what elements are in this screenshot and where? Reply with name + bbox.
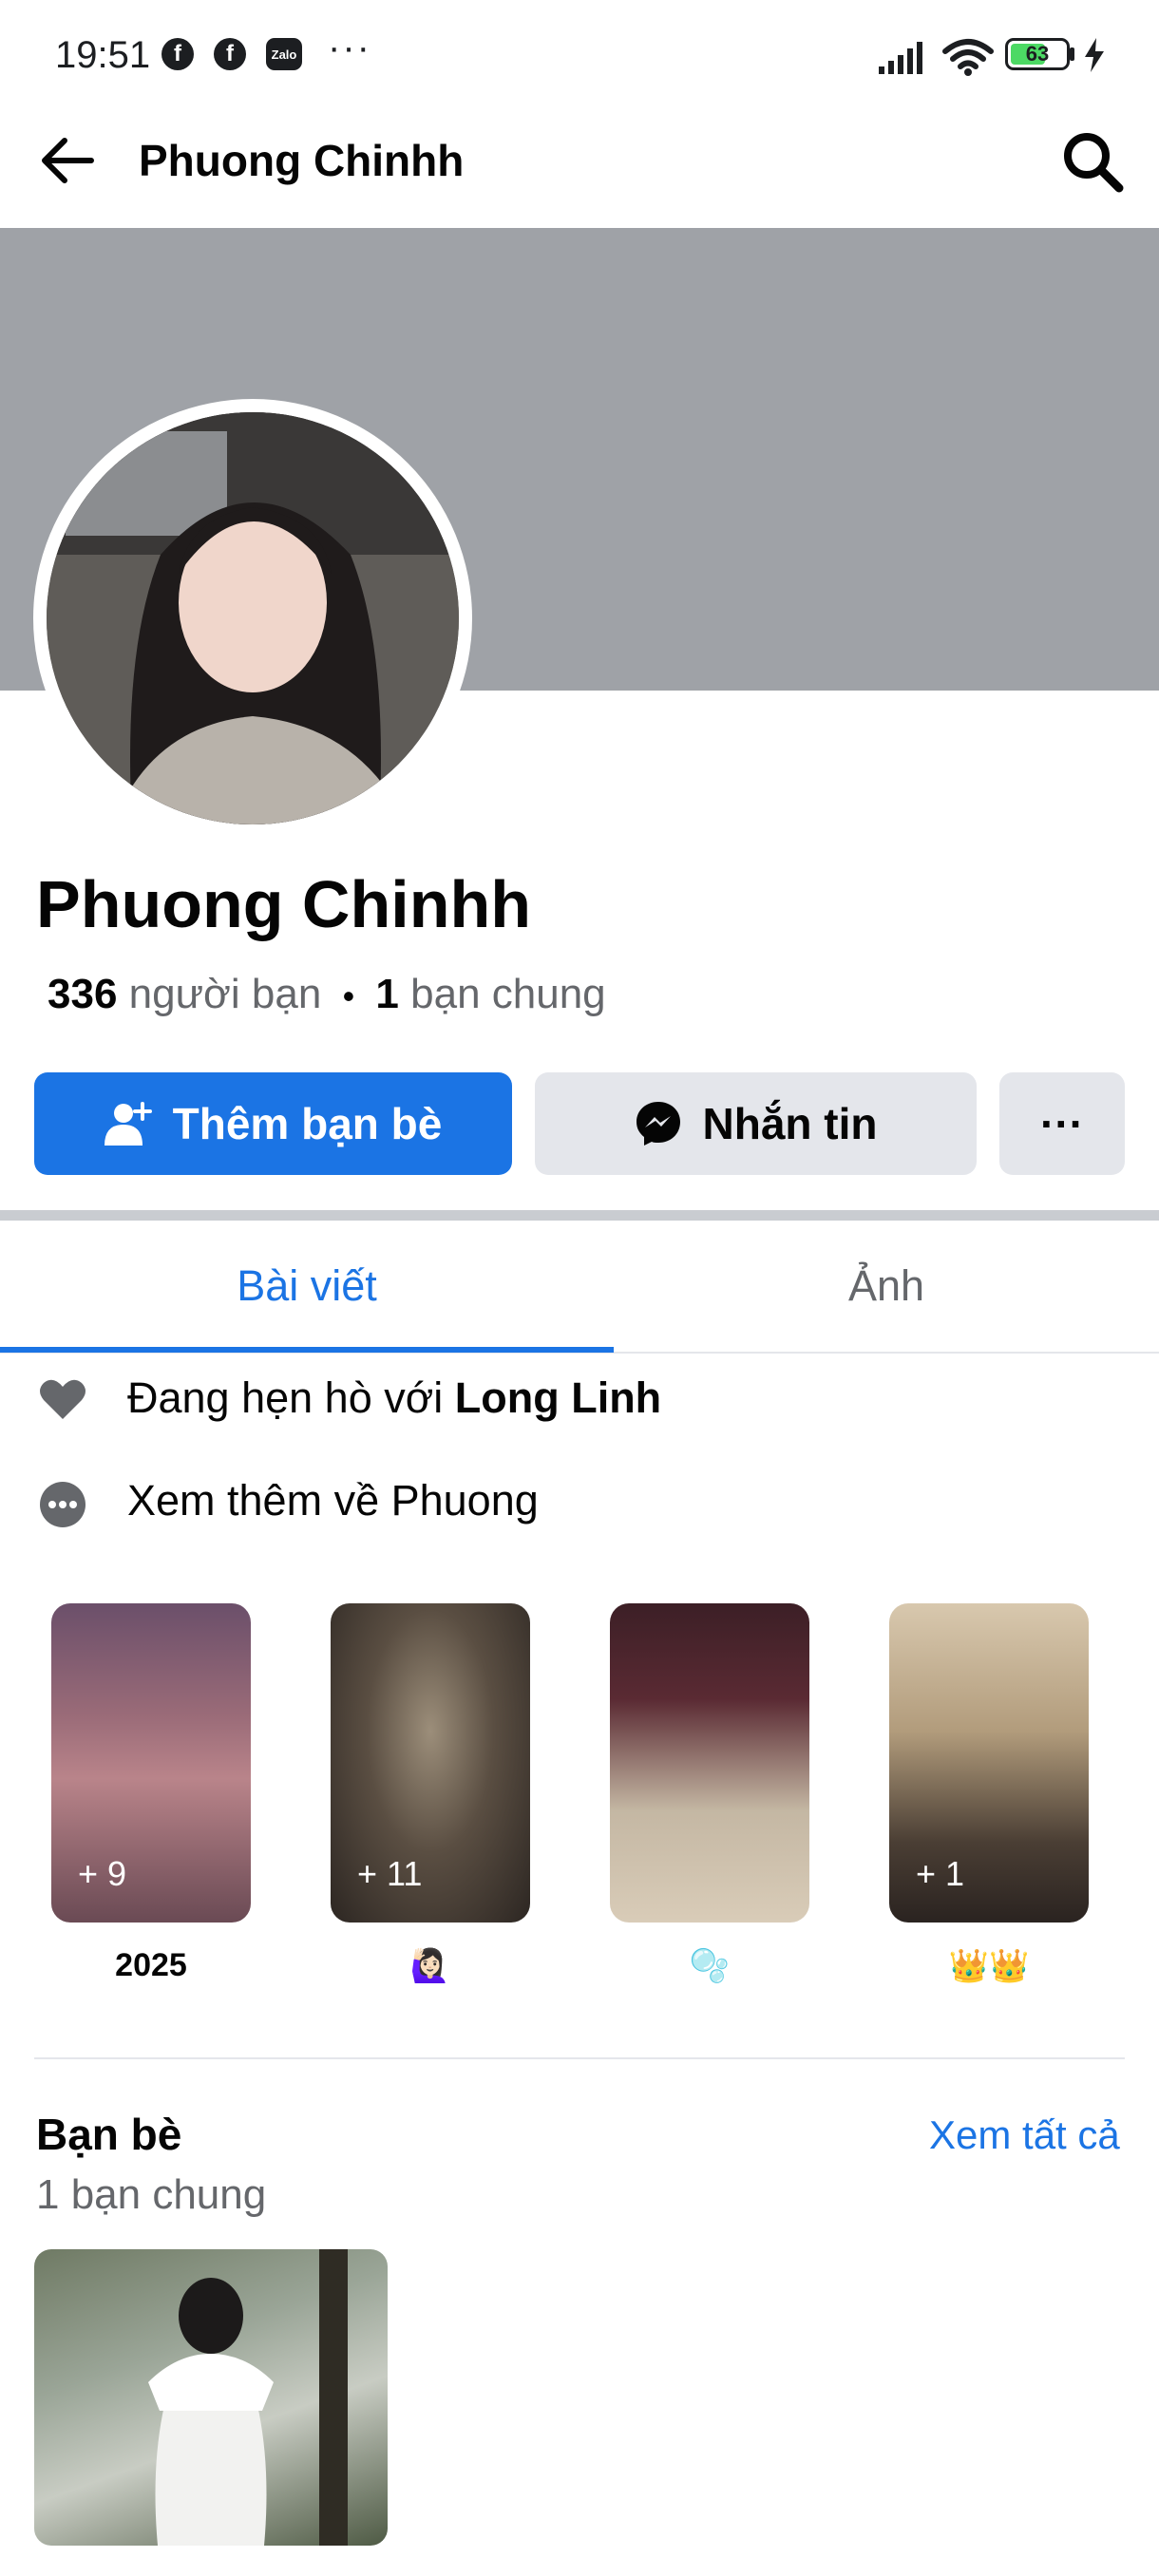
more-options-button[interactable]: ··· <box>999 1072 1125 1175</box>
highlight-card[interactable]: + 9 <box>51 1603 251 1923</box>
friends-section-title: Bạn bè <box>36 2110 182 2159</box>
see-more-about-link[interactable]: Xem thêm về Phuong <box>127 1476 539 1525</box>
avatar-photo <box>47 412 459 824</box>
cellular-signal-icon <box>879 42 922 74</box>
highlight-label: 👑👑 <box>948 1948 1030 1984</box>
friends-summary[interactable]: 336 người bạn • 1 bạn chung <box>48 971 606 1018</box>
battery-level: 63 <box>1025 42 1050 66</box>
bolt-icon <box>1085 38 1104 72</box>
tab-active-indicator <box>0 1347 614 1353</box>
messenger-icon <box>636 1102 680 1146</box>
friend-photo-image <box>148 2249 348 2546</box>
friend-label: người bạn <box>128 971 322 1017</box>
highlight-label: 🫧 <box>689 1948 731 1984</box>
mutual-label: bạn chung <box>410 971 606 1017</box>
mutual-count: 1 <box>375 971 399 1017</box>
relationship-status: Đang hẹn hò với Long Linh <box>127 1373 661 1423</box>
relationship-prefix: Đang hẹn hò với <box>127 1373 444 1422</box>
friend-count: 336 <box>48 971 118 1017</box>
wifi-icon <box>942 39 994 76</box>
friend-photo[interactable] <box>34 2249 388 2546</box>
message-button[interactable]: Nhắn tin <box>535 1072 977 1175</box>
highlight-card[interactable] <box>610 1603 809 1923</box>
page-title: Phuong Chinhh <box>139 136 465 185</box>
avatar[interactable] <box>47 412 459 824</box>
status-time: 19:51 <box>55 34 151 76</box>
message-label: Nhắn tin <box>702 1099 878 1148</box>
separator: • <box>342 976 355 1015</box>
status-more-icon: ··· <box>328 27 371 68</box>
see-all-friends-link[interactable]: Xem tất cả <box>929 2112 1120 2158</box>
highlight-count: + 9 <box>78 1854 127 1893</box>
battery-icon: 63 <box>1005 38 1070 70</box>
more-icon: ··· <box>1040 1099 1084 1148</box>
facebook-icon: f <box>214 38 246 70</box>
highlight-count: + 1 <box>916 1854 965 1893</box>
divider <box>34 2057 1125 2059</box>
add-friend-icon <box>104 1102 152 1146</box>
heart-icon <box>40 1379 86 1419</box>
add-friend-button[interactable]: Thêm bạn bè <box>34 1072 512 1175</box>
highlight-count: + 11 <box>357 1854 423 1893</box>
relationship-partner[interactable]: Long Linh <box>455 1373 661 1422</box>
highlight-card[interactable]: + 1 <box>889 1603 1089 1923</box>
highlight-card[interactable]: + 11 <box>331 1603 530 1923</box>
back-button[interactable] <box>36 129 99 192</box>
tab-posts[interactable]: Bài viết <box>0 1221 614 1352</box>
search-icon[interactable] <box>1060 129 1127 196</box>
mutual-friends-count: 1 bạn chung <box>36 2171 267 2218</box>
facebook-icon: f <box>162 38 194 70</box>
profile-name: Phuong Chinhh <box>36 867 531 941</box>
add-friend-label: Thêm bạn bè <box>172 1099 443 1148</box>
zalo-icon: Zalo <box>266 38 302 70</box>
battery-tip <box>1070 47 1074 61</box>
tab-photos[interactable]: Ảnh <box>614 1221 1159 1352</box>
section-divider <box>0 1210 1159 1221</box>
highlight-label: 🙋🏻‍♀️ <box>409 1948 451 1984</box>
more-info-icon <box>40 1482 86 1527</box>
highlight-label: 2025 <box>115 1947 187 1983</box>
